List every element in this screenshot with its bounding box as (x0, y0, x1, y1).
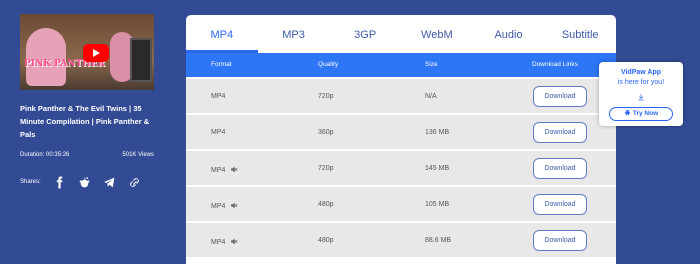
popup-subtitle: is here for you! (617, 79, 665, 86)
download-table: MP4 720p N/A Download MP4 360p 136 MB Do… (186, 79, 616, 259)
row-quality: 720p (318, 93, 334, 100)
popup-title: VidPaw App (620, 69, 662, 76)
thumbnail-character (26, 28, 66, 86)
video-views: 501K Views (122, 152, 154, 158)
download-panel: MP4 MP3 3GP WebM Audio Subtitle Format Q… (186, 15, 616, 264)
try-now-button[interactable]: Try Now (609, 107, 673, 121)
row-format: MP4 (211, 129, 226, 136)
download-arrow-icon (637, 88, 645, 101)
vidpaw-app-popup: VidPaw App is here for you! Try Now (599, 62, 683, 126)
row-size: N/A (425, 93, 437, 100)
row-format: MP4 (211, 237, 239, 248)
mute-icon (230, 237, 239, 248)
tab-mp3[interactable]: MP3 (258, 15, 330, 53)
download-button[interactable]: Download (533, 158, 587, 179)
header-quality: Quality (318, 61, 339, 68)
row-size: 88.6 MB (425, 237, 452, 244)
thumbnail-machine (130, 38, 152, 82)
share-label: Shares: (20, 179, 41, 185)
reddit-icon[interactable] (78, 175, 92, 189)
table-row: MP4 360p 136 MB Download (186, 115, 616, 151)
table-row: MP4 480p 88.6 MB Download (186, 223, 616, 259)
youtube-play-icon[interactable] (83, 44, 109, 62)
download-button[interactable]: Download (533, 122, 587, 143)
video-duration: Duration: 00:35:26 (20, 152, 70, 158)
tab-webm[interactable]: WebM (401, 15, 473, 53)
try-now-label: Try Now (632, 110, 659, 117)
video-meta: Duration: 00:35:26 501K Views (20, 152, 154, 158)
table-row: MP4 720p N/A Download (186, 79, 616, 115)
facebook-icon[interactable] (53, 175, 67, 189)
row-quality: 360p (318, 129, 334, 136)
mute-icon (230, 201, 239, 212)
row-quality: 480p (318, 237, 334, 244)
video-thumbnail[interactable]: PINK PANTHER (20, 14, 154, 90)
tab-audio[interactable]: Audio (473, 15, 545, 53)
table-header: Format Quality Size Download Links (186, 53, 616, 77)
share-bar: Shares: (20, 175, 153, 189)
mute-icon (230, 165, 239, 176)
row-size: 145 MB (425, 165, 450, 172)
row-format: MP4 (211, 201, 239, 212)
row-format: MP4 (211, 165, 239, 176)
row-quality: 480p (318, 201, 334, 208)
download-button[interactable]: Download (533, 230, 587, 251)
link-icon[interactable] (128, 175, 142, 189)
telegram-icon[interactable] (103, 175, 117, 189)
row-format: MP4 (211, 93, 226, 100)
header-format: Format (211, 61, 232, 68)
table-row: MP4 480p 105 MB Download (186, 187, 616, 223)
row-size: 105 MB (425, 201, 450, 208)
row-size: 136 MB (425, 129, 450, 136)
format-tabs: MP4 MP3 3GP WebM Audio Subtitle (186, 15, 616, 53)
android-icon (624, 109, 630, 116)
download-button[interactable]: Download (533, 86, 587, 107)
row-quality: 720p (318, 165, 334, 172)
header-download-links: Download Links (532, 61, 578, 68)
header-size: Size (425, 61, 438, 68)
tab-subtitle[interactable]: Subtitle (544, 15, 616, 53)
tab-mp4[interactable]: MP4 (186, 15, 258, 53)
download-button[interactable]: Download (533, 194, 587, 215)
tab-3gp[interactable]: 3GP (329, 15, 401, 53)
video-title: Pink Panther & The Evil Twins | 35 Minut… (20, 104, 150, 139)
table-row: MP4 720p 145 MB Download (186, 151, 616, 187)
